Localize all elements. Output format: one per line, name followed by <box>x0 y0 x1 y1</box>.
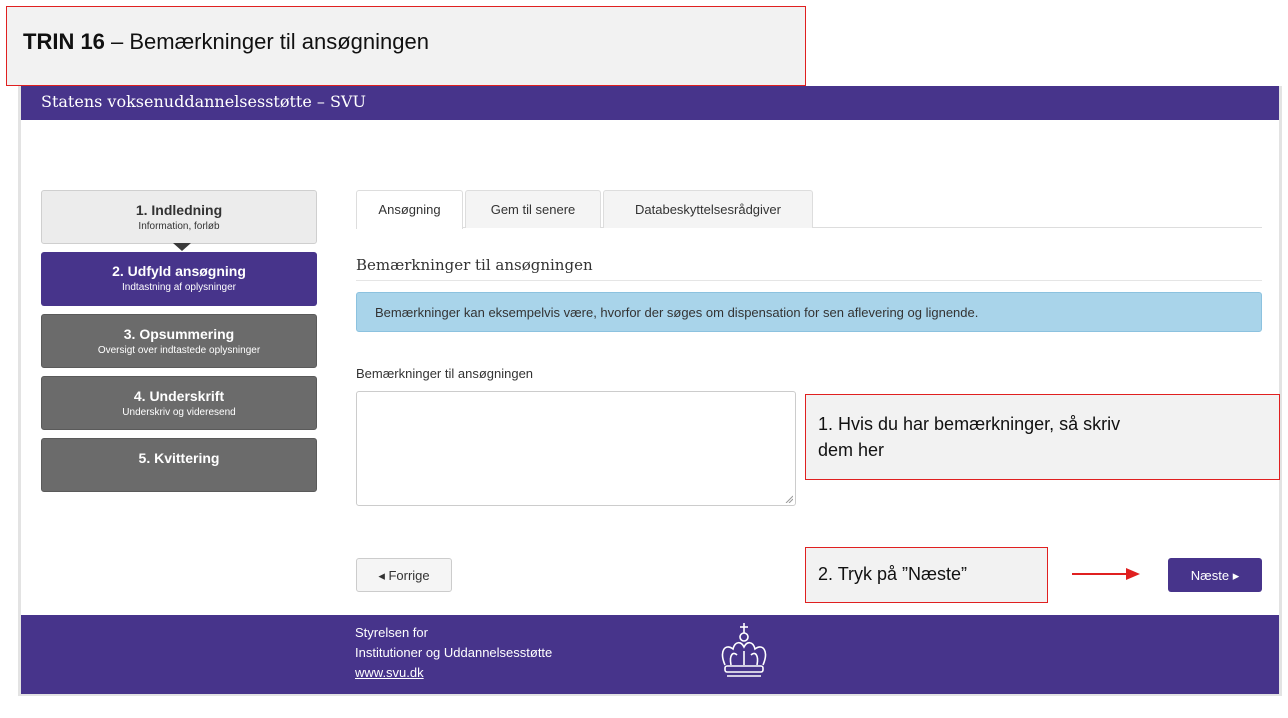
step-title: 4. Underskrift <box>133 388 225 404</box>
caret-left-icon: ◂ <box>378 568 389 583</box>
instruction-step-callout: TRIN 16 – Bemærkninger til ansøgningen <box>6 6 806 86</box>
divider <box>356 280 1262 281</box>
step-title: 3. Opsummering <box>123 326 235 342</box>
footer-org-line2: Institutioner og Uddannelsesstøtte <box>355 645 553 660</box>
step-subtitle: Indtastning af oplysninger <box>122 282 236 293</box>
remarks-field-label: Bemærkninger til ansøgningen <box>356 366 534 381</box>
callout-line: dem her <box>818 440 885 460</box>
step-subtitle: Information, forløb <box>138 221 220 232</box>
next-button-label: Næste <box>1190 568 1230 583</box>
previous-button[interactable]: ◂ Forrige <box>356 558 452 592</box>
footer: Styrelsen for Institutioner og Uddannels… <box>21 615 1279 694</box>
step-kvittering[interactable]: 5. Kvittering <box>41 438 317 492</box>
progress-stepper: 1. Indledning Information, forløb 2. Udf… <box>41 190 317 500</box>
footer-org-line1: Styrelsen for <box>355 625 428 640</box>
callout-line: 1. Hvis du har bemærkninger, så skriv <box>818 414 1121 434</box>
footer-website-link[interactable]: www.svu.dk <box>355 663 552 683</box>
instruction-callout-next: 2. Tryk på ”Næste” <box>805 547 1048 603</box>
page: Statens voksenuddannelsesstøtte – SVU 1.… <box>0 0 1288 718</box>
caret-down-icon <box>173 243 191 251</box>
instruction-heading: TRIN 16 – Bemærkninger til ansøgningen <box>23 29 429 55</box>
arrow-right-icon <box>1072 568 1140 580</box>
svu-application-window: Statens voksenuddannelsesstøtte – SVU 1.… <box>18 86 1282 696</box>
caret-right-icon: ▸ <box>1229 568 1240 583</box>
app-header: Statens voksenuddannelsesstøtte – SVU <box>21 86 1279 120</box>
next-button[interactable]: Næste ▸ <box>1168 558 1262 592</box>
instruction-step-title: – Bemærkninger til ansøgningen <box>104 29 429 54</box>
app-title: Statens voksenuddannelsesstøtte – SVU <box>41 92 366 111</box>
step-subtitle: Oversigt over indtastede oplysninger <box>97 345 261 356</box>
step-indledning[interactable]: 1. Indledning Information, forløb <box>41 190 317 251</box>
resize-handle-icon[interactable] <box>785 495 793 503</box>
tab-bar: Ansøgning Gem til senere Databeskyttelse… <box>356 190 1262 229</box>
remarks-textarea[interactable] <box>356 391 796 506</box>
instruction-step-label: TRIN 16 <box>23 29 105 54</box>
step-title: 5. Kvittering <box>138 450 220 466</box>
step-title: 1. Indledning <box>135 202 223 218</box>
info-alert: Bemærkninger kan eksempelvis være, hvorf… <box>356 292 1262 332</box>
tab-gem-til-senere[interactable]: Gem til senere <box>465 190 601 228</box>
step-udfyld-ansogning[interactable]: 2. Udfyld ansøgning Indtastning af oplys… <box>41 252 317 306</box>
tab-ansogning[interactable]: Ansøgning <box>356 190 463 229</box>
step-title: 2. Udfyld ansøgning <box>112 263 246 279</box>
previous-button-label: Forrige <box>388 568 430 583</box>
step-subtitle: Underskriv og videresend <box>122 407 236 418</box>
instruction-callout-remarks: 1. Hvis du har bemærkninger, så skriv de… <box>805 394 1280 480</box>
step-opsummering[interactable]: 3. Opsummering Oversigt over indtastede … <box>41 314 317 368</box>
step-underskrift[interactable]: 4. Underskrift Underskriv og videresend <box>41 376 317 430</box>
section-title: Bemærkninger til ansøgningen <box>356 256 593 274</box>
tab-databeskyttelsesradgiver[interactable]: Databeskyttelsesrådgiver <box>603 190 813 228</box>
footer-text: Styrelsen for Institutioner og Uddannels… <box>355 623 552 683</box>
crown-logo-icon <box>721 623 767 677</box>
